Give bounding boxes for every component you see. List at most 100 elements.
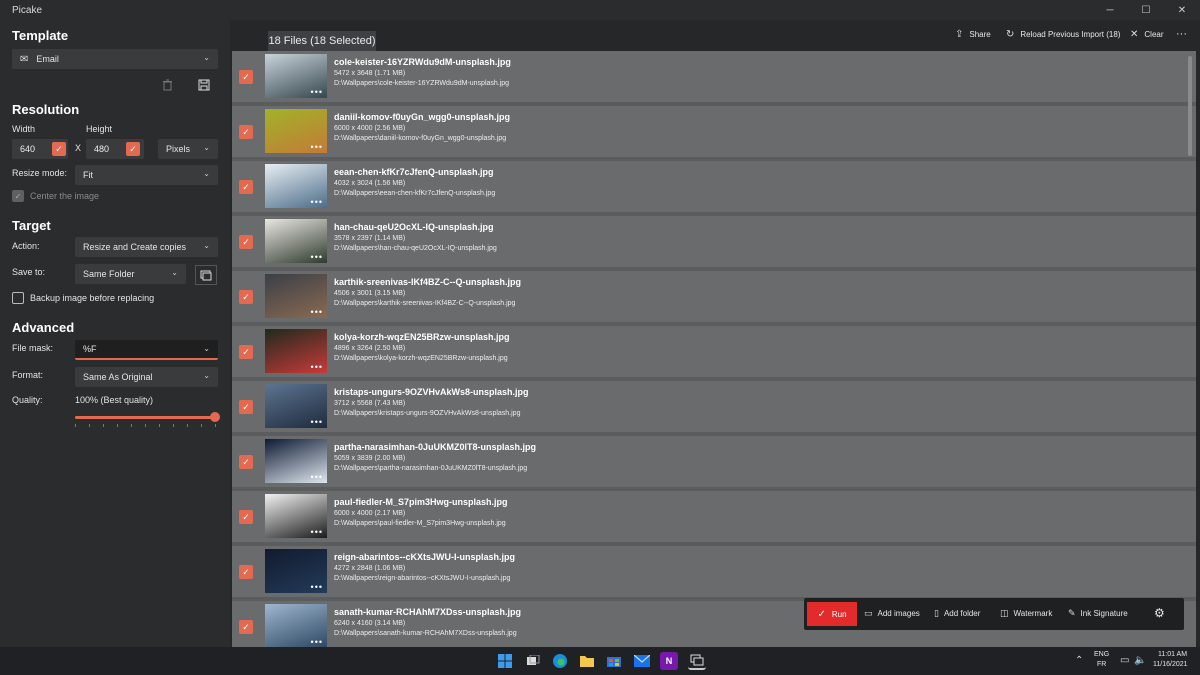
image-icon: ▭ (864, 608, 873, 618)
file-thumbnail[interactable]: ••• (265, 439, 327, 483)
file-select-checkbox[interactable]: ✓ (239, 125, 253, 139)
file-select-checkbox[interactable]: ✓ (239, 565, 253, 579)
clock-time[interactable]: 11:01 AM (1158, 651, 1187, 658)
clock-date[interactable]: 11/16/2021 (1153, 661, 1188, 668)
quality-slider-thumb[interactable] (210, 412, 220, 422)
mail-button[interactable] (633, 652, 651, 670)
file-row[interactable]: ✓ ••• paul-fiedler-M_S7pim3Hwg-unsplash.jp… (232, 491, 1196, 544)
more-icon[interactable]: ••• (311, 417, 323, 427)
file-thumbnail[interactable]: ••• (265, 274, 327, 318)
action-dropdown[interactable]: Resize and Create copies ⌄ (75, 237, 218, 257)
more-icon[interactable]: ••• (311, 252, 323, 262)
speaker-icon[interactable]: 🔈 (1134, 655, 1146, 666)
resize-mode-dropdown[interactable]: Fit ⌄ (75, 165, 218, 185)
quality-slider[interactable] (75, 412, 220, 422)
delete-template-button[interactable] (157, 76, 177, 94)
file-row[interactable]: ✓ ••• kristaps-ungurs-9OZVHvAkWs8-unsplash… (232, 381, 1196, 434)
add-folder-button[interactable]: ▯ Add folder (934, 608, 980, 619)
file-thumbnail[interactable]: ••• (265, 164, 327, 208)
file-thumbnail[interactable]: ••• (265, 109, 327, 153)
more-icon[interactable]: ••• (311, 472, 323, 482)
file-mask-value: %F (83, 344, 97, 354)
file-thumbnail[interactable]: ••• (265, 604, 327, 647)
file-explorer-button[interactable] (578, 652, 596, 670)
backup-checkbox[interactable] (12, 292, 24, 304)
more-icon[interactable]: ••• (311, 527, 323, 537)
chevron-up-icon[interactable]: ⌃ (1075, 655, 1083, 666)
browse-folder-button[interactable] (195, 265, 217, 285)
language-bottom[interactable]: FR (1097, 661, 1106, 668)
file-row[interactable]: ✓ ••• daniil-komov-f0uyGn_wgg0-unsplash.jp… (232, 106, 1196, 159)
save-to-dropdown[interactable]: Same Folder ⌄ (75, 264, 186, 284)
file-dimensions: 5472 x 3648 (1.71 MB) (334, 70, 406, 77)
more-options-button[interactable]: ··· (1176, 27, 1187, 41)
ink-signature-button[interactable]: ✎ Ink Signature (1068, 608, 1128, 619)
start-button[interactable] (496, 652, 514, 670)
file-row[interactable]: ✓ ••• reign-abarintos--cKXtsJWU-I-unsplash… (232, 546, 1196, 599)
file-mask-input[interactable]: %F ⌄ (75, 340, 218, 360)
file-row[interactable]: ✓ ••• cole-keister-16YZRWdu9dM-unsplash.jp… (232, 51, 1196, 104)
check-icon: ✓ (242, 511, 250, 522)
more-icon[interactable]: ••• (311, 582, 323, 592)
maximize-button[interactable]: ☐ (1128, 0, 1164, 20)
file-thumbnail[interactable]: ••• (265, 329, 327, 373)
files-count-tab[interactable]: 18 Files (18 Selected) (268, 31, 376, 51)
settings-button[interactable]: ⚙ (1154, 606, 1165, 620)
run-button[interactable]: ✓ Run (807, 602, 857, 626)
task-view-button[interactable] (524, 652, 542, 670)
file-select-checkbox[interactable]: ✓ (239, 235, 253, 249)
file-row[interactable]: ✓ ••• karthik-sreenivas-IKf4BZ-C--Q-unspla… (232, 271, 1196, 324)
file-select-checkbox[interactable]: ✓ (239, 400, 253, 414)
minimize-button[interactable]: ─ (1092, 0, 1128, 20)
picake-taskbar-button[interactable] (688, 652, 706, 670)
template-dropdown[interactable]: ✉ Email ⌄ (12, 49, 218, 69)
format-dropdown[interactable]: Same As Original ⌄ (75, 367, 218, 387)
file-select-checkbox[interactable]: ✓ (239, 70, 253, 84)
center-image-checkbox[interactable]: ✓ (12, 190, 24, 202)
file-row[interactable]: ✓ ••• eean-chen-kfKr7cJfenQ-unsplash.jpg 40… (232, 161, 1196, 214)
file-row[interactable]: ✓ ••• partha-narasimhan-0JuUKMZ0lT8-unspla… (232, 436, 1196, 489)
file-select-checkbox[interactable]: ✓ (239, 620, 253, 634)
more-icon[interactable]: ••• (311, 142, 323, 152)
language-top[interactable]: ENG (1094, 651, 1109, 658)
more-icon[interactable]: ••• (311, 362, 323, 372)
center-image-label: Center the image (30, 191, 100, 201)
watermark-button[interactable]: ◫ Watermark (1000, 608, 1052, 619)
slider-tick (215, 424, 216, 427)
more-icon[interactable]: ••• (311, 87, 323, 97)
file-row[interactable]: ✓ ••• han-chau-qeU2OcXL-IQ-unsplash.jpg 357… (232, 216, 1196, 269)
file-select-checkbox[interactable]: ✓ (239, 180, 253, 194)
store-button[interactable] (605, 652, 623, 670)
file-row[interactable]: ✓ ••• kolya-korzh-wqzEN25BRzw-unsplash.jpg… (232, 326, 1196, 379)
clear-button[interactable]: ✕ Clear (1130, 27, 1164, 41)
edge-browser-button[interactable] (551, 652, 569, 670)
file-thumbnail[interactable]: ••• (265, 549, 327, 593)
file-select-checkbox[interactable]: ✓ (239, 345, 253, 359)
file-thumbnail[interactable]: ••• (265, 494, 327, 538)
add-images-button[interactable]: ▭ Add images (864, 608, 920, 619)
file-thumbnail[interactable]: ••• (265, 54, 327, 98)
ink-signature-label: Ink Signature (1080, 609, 1128, 618)
more-icon[interactable]: ••• (311, 197, 323, 207)
chevron-down-icon: ⌄ (203, 53, 210, 62)
share-button[interactable]: ⇪ Share (955, 27, 991, 41)
file-select-checkbox[interactable]: ✓ (239, 510, 253, 524)
reload-import-button[interactable]: ↻ Reload Previous Import (18) (1006, 27, 1120, 41)
file-select-checkbox[interactable]: ✓ (239, 455, 253, 469)
file-select-checkbox[interactable]: ✓ (239, 290, 253, 304)
list-scrollbar[interactable] (1188, 56, 1192, 156)
file-thumbnail[interactable]: ••• (265, 384, 327, 428)
save-template-button[interactable] (194, 76, 214, 94)
close-button[interactable]: ✕ (1164, 0, 1200, 20)
unit-dropdown[interactable]: Pixels ⌄ (158, 139, 218, 159)
file-path: D:\Wallpapers\paul-fiedler-M_S7pim3Hwg-u… (334, 520, 506, 527)
file-thumbnail[interactable]: ••• (265, 219, 327, 263)
onenote-button[interactable]: N (660, 652, 678, 670)
height-lock-checkbox[interactable]: ✓ (126, 142, 140, 156)
more-icon[interactable]: ••• (311, 637, 323, 647)
slider-tick (187, 424, 188, 427)
monitor-icon[interactable]: ▭ (1120, 655, 1129, 666)
width-lock-checkbox[interactable]: ✓ (52, 142, 66, 156)
format-label: Format: (12, 370, 44, 380)
more-icon[interactable]: ••• (311, 307, 323, 317)
